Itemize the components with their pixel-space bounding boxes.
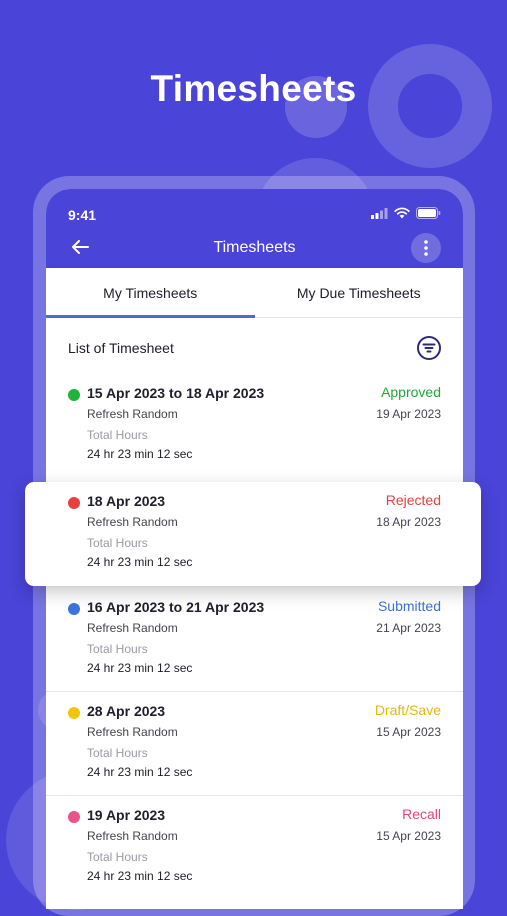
project-name: Refresh Random <box>87 515 178 529</box>
status-label: Rejected <box>385 492 441 508</box>
more-vertical-icon <box>424 240 428 256</box>
status-dot <box>68 603 80 615</box>
total-hours-label: Total Hours <box>87 536 148 550</box>
wifi-icon <box>394 207 410 219</box>
tab-my-due-timesheets[interactable]: My Due Timesheets <box>255 268 464 317</box>
timesheet-card[interactable]: 16 Apr 2023 to 21 Apr 2023 Submitted Ref… <box>46 588 463 692</box>
total-hours-value: 24 hr 23 min 12 sec <box>87 555 193 569</box>
total-hours-label: Total Hours <box>87 746 148 760</box>
timesheet-range: 28 Apr 2023 <box>87 703 166 719</box>
total-hours-value: 24 hr 23 min 12 sec <box>87 869 193 883</box>
project-name: Refresh Random <box>87 829 178 843</box>
status-time: 9:41 <box>68 207 97 223</box>
status-dot <box>68 707 80 719</box>
submitted-date: 15 Apr 2023 <box>376 725 441 739</box>
signal-icon <box>371 207 388 219</box>
promo-title: Timesheets <box>150 68 357 109</box>
total-hours-value: 24 hr 23 min 12 sec <box>87 765 193 779</box>
status-dot <box>68 389 80 401</box>
status-dot <box>68 811 80 823</box>
filter-button[interactable] <box>416 335 442 361</box>
status-dot <box>68 497 80 509</box>
project-name: Refresh Random <box>87 621 178 635</box>
status-label: Draft/Save <box>374 702 441 718</box>
total-hours-value: 24 hr 23 min 12 sec <box>87 661 193 675</box>
total-hours-label: Total Hours <box>87 850 148 864</box>
app-bar: 9:41 Timesheets <box>46 189 463 268</box>
timesheet-tabs: My Timesheets My Due Timesheets <box>46 268 463 318</box>
timesheet-card[interactable]: 19 Apr 2023 Recall Refresh Random 15 Apr… <box>46 795 463 899</box>
timesheet-card[interactable]: 28 Apr 2023 Draft/Save Refresh Random 15… <box>46 691 463 795</box>
more-menu-button[interactable] <box>411 233 441 263</box>
submitted-date: 19 Apr 2023 <box>376 407 441 421</box>
list-heading: List of Timesheet <box>68 340 174 356</box>
total-hours-value: 24 hr 23 min 12 sec <box>87 447 193 461</box>
timesheet-range: 15 Apr 2023 to 18 Apr 2023 <box>87 385 265 401</box>
timesheet-range: 18 Apr 2023 <box>87 493 166 509</box>
status-label: Recall <box>402 806 441 822</box>
status-label: Approved <box>381 384 441 400</box>
timesheet-card[interactable]: 15 Apr 2023 to 18 Apr 2023 Approved Refr… <box>46 374 463 478</box>
project-name: Refresh Random <box>87 407 178 421</box>
submitted-date: 15 Apr 2023 <box>376 829 441 843</box>
status-label: Submitted <box>377 598 441 614</box>
submitted-date: 18 Apr 2023 <box>376 515 441 529</box>
timesheet-range: 16 Apr 2023 to 21 Apr 2023 <box>87 599 265 615</box>
filter-icon <box>417 336 441 360</box>
total-hours-label: Total Hours <box>87 428 148 442</box>
total-hours-label: Total Hours <box>87 642 148 656</box>
project-name: Refresh Random <box>87 725 178 739</box>
screen-title: Timesheets <box>213 239 296 256</box>
submitted-date: 21 Apr 2023 <box>376 621 441 635</box>
status-icons <box>371 207 441 219</box>
tab-my-timesheets[interactable]: My Timesheets <box>46 268 255 318</box>
timesheet-range: 19 Apr 2023 <box>87 807 166 823</box>
battery-icon <box>416 207 441 219</box>
timesheet-card-highlighted[interactable]: 18 Apr 2023 Rejected Refresh Random 18 A… <box>25 482 481 586</box>
